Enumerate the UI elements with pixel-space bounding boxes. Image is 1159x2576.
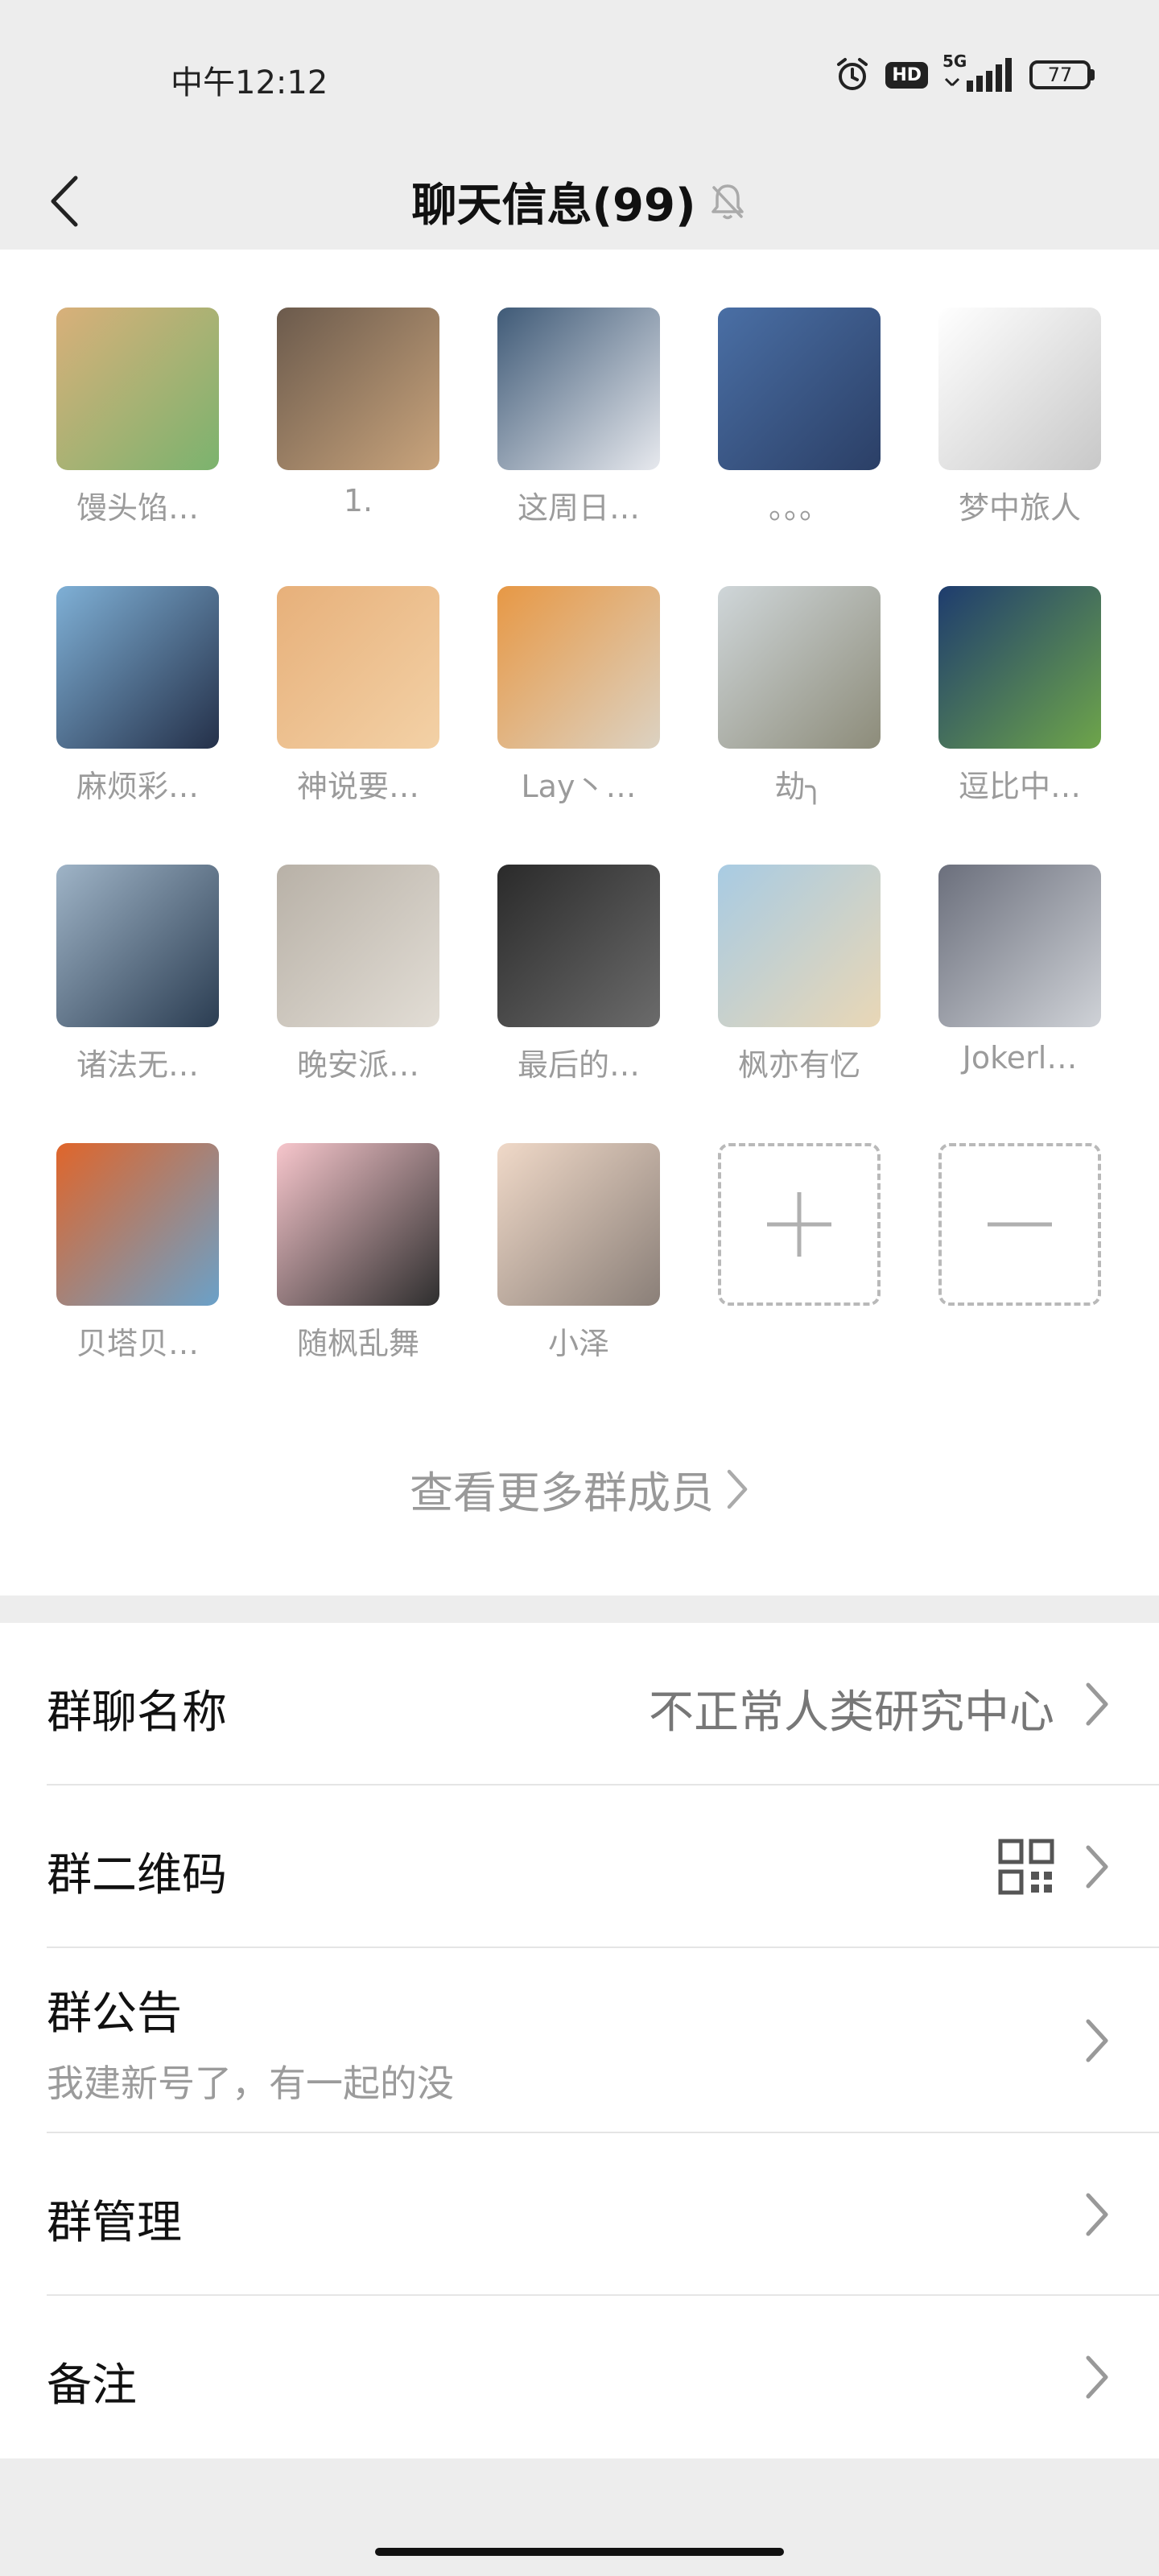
- member-avatar: [718, 586, 881, 749]
- member-name: 梦中旅人: [958, 490, 1081, 526]
- member-avatar: [497, 586, 660, 749]
- member-item[interactable]: 麻烦彩…: [56, 586, 219, 806]
- member-name: 劫╮: [774, 769, 824, 804]
- chevron-right-icon: [1086, 1682, 1108, 1726]
- member-name: 1.: [343, 483, 373, 518]
- remark-label: 备注: [47, 2359, 137, 2412]
- member-item[interactable]: 馒头馅…: [56, 308, 219, 527]
- signal-bars-icon: [944, 58, 1012, 92]
- status-bar: 中午12:12 HD 5G 77: [0, 0, 1159, 153]
- remark-row[interactable]: 备注: [47, 2296, 1159, 2458]
- member-avatar: [56, 586, 219, 749]
- signal-indicator: 5G: [942, 52, 1015, 93]
- group-name-label: 群聊名称: [47, 1686, 227, 1739]
- chevron-right-icon: [1086, 2019, 1108, 2062]
- member-avatar: [497, 308, 660, 470]
- member-item[interactable]: 劫╮: [718, 586, 881, 806]
- member-avatar: [277, 1143, 439, 1306]
- battery-cap: [1091, 69, 1095, 80]
- member-name: 。。。: [768, 490, 830, 526]
- member-avatar: [718, 308, 881, 470]
- qr-code-icon: [998, 1839, 1054, 1895]
- member-avatar: [277, 865, 439, 1027]
- group-notice-row[interactable]: 群公告 我建新号了，有一起的没: [47, 1948, 1159, 2133]
- member-item[interactable]: 梦中旅人: [938, 308, 1101, 527]
- member-name: 神说要…: [296, 769, 419, 804]
- member-avatar: [718, 865, 881, 1027]
- group-qr-label: 群二维码: [47, 1849, 227, 1901]
- status-time: 中午12:12: [171, 64, 328, 101]
- member-name: Jokerl…: [962, 1040, 1078, 1075]
- member-item[interactable]: Lay丶…: [497, 586, 660, 806]
- member-item[interactable]: 神说要…: [277, 586, 439, 806]
- member-item[interactable]: 。。。: [718, 308, 881, 527]
- page-title: 聊天信息(99): [411, 179, 696, 232]
- chevron-right-icon: [1086, 2355, 1108, 2399]
- more-members-link[interactable]: 查看更多群成员: [0, 1457, 1159, 1521]
- group-manage-row[interactable]: 群管理: [47, 2133, 1159, 2296]
- member-item[interactable]: 贝塔贝…: [56, 1143, 219, 1363]
- mute-bell-icon: [711, 184, 744, 220]
- member-item[interactable]: 随枫乱舞: [277, 1143, 439, 1363]
- member-name: 小泽: [547, 1326, 609, 1361]
- members-panel: 馒头馅… 1. 这周日… 。。。 梦中旅人麻烦彩… 神说要… Lay丶… 劫╮ 逗比中… 诸法无……: [0, 250, 1159, 1596]
- member-name: 馒头馅…: [76, 490, 199, 526]
- member-name: 随枫乱舞: [296, 1326, 419, 1361]
- member-item[interactable]: 最后的…: [497, 865, 660, 1084]
- member-avatar: [56, 308, 219, 470]
- more-members-label: 查看更多群成员: [410, 1468, 714, 1518]
- member-avatar: [56, 865, 219, 1027]
- member-item[interactable]: Jokerl…: [938, 865, 1101, 1075]
- group-notice-label: 群公告: [47, 1988, 182, 2040]
- remove-member-button[interactable]: [938, 1143, 1101, 1306]
- member-avatar: [938, 586, 1101, 749]
- member-item[interactable]: 逗比中…: [938, 586, 1101, 806]
- header: 聊天信息(99): [0, 153, 1159, 250]
- member-item[interactable]: 这周日…: [497, 308, 660, 527]
- battery-level: 77: [1029, 60, 1091, 89]
- member-avatar: [56, 1143, 219, 1306]
- member-name: 麻烦彩…: [76, 769, 199, 804]
- minus-icon: [938, 1143, 1101, 1306]
- member-name: 逗比中…: [958, 769, 1081, 804]
- group-manage-label: 群管理: [47, 2197, 182, 2249]
- group-qr-row[interactable]: 群二维码: [47, 1785, 1159, 1948]
- member-item[interactable]: 1.: [277, 308, 439, 518]
- add-member-button[interactable]: [718, 1143, 881, 1306]
- member-name: 最后的…: [517, 1047, 640, 1083]
- settings-list: 群聊名称 不正常人类研究中心 群二维码 群公告 我建新号了，有一起的没 群管理 …: [0, 1623, 1159, 2458]
- chevron-right-icon: [1086, 2193, 1108, 2236]
- group-notice-text: 我建新号了，有一起的没: [47, 2062, 454, 2105]
- status-icons: HD 5G 77: [834, 52, 1095, 93]
- group-name-row[interactable]: 群聊名称 不正常人类研究中心: [47, 1623, 1159, 1785]
- member-name: 这周日…: [517, 490, 640, 526]
- battery-indicator: 77: [1029, 60, 1095, 89]
- member-name: 晚安派…: [296, 1047, 419, 1083]
- member-avatar: [277, 586, 439, 749]
- member-avatar: [938, 308, 1101, 470]
- chevron-right-icon: [727, 1469, 748, 1509]
- alarm-icon: [837, 58, 868, 90]
- member-avatar: [277, 308, 439, 470]
- hd-badge: HD: [885, 61, 928, 89]
- member-name: Lay丶…: [521, 769, 637, 804]
- home-indicator[interactable]: [375, 2548, 784, 2556]
- plus-icon: [718, 1143, 881, 1306]
- member-name: 诸法无…: [76, 1047, 199, 1083]
- member-name: 枫亦有忆: [737, 1047, 860, 1083]
- member-item[interactable]: 诸法无…: [56, 865, 219, 1084]
- member-avatar: [938, 865, 1101, 1027]
- member-avatar: [497, 1143, 660, 1306]
- member-item[interactable]: 小泽: [497, 1143, 660, 1363]
- member-name: 贝塔贝…: [76, 1326, 199, 1361]
- chevron-right-icon: [1086, 1845, 1108, 1889]
- title-wrap: 聊天信息(99): [0, 153, 1159, 250]
- member-item[interactable]: 晚安派…: [277, 865, 439, 1084]
- member-avatar: [497, 865, 660, 1027]
- member-item[interactable]: 枫亦有忆: [718, 865, 881, 1084]
- group-name-value: 不正常人类研究中心: [649, 1686, 1054, 1739]
